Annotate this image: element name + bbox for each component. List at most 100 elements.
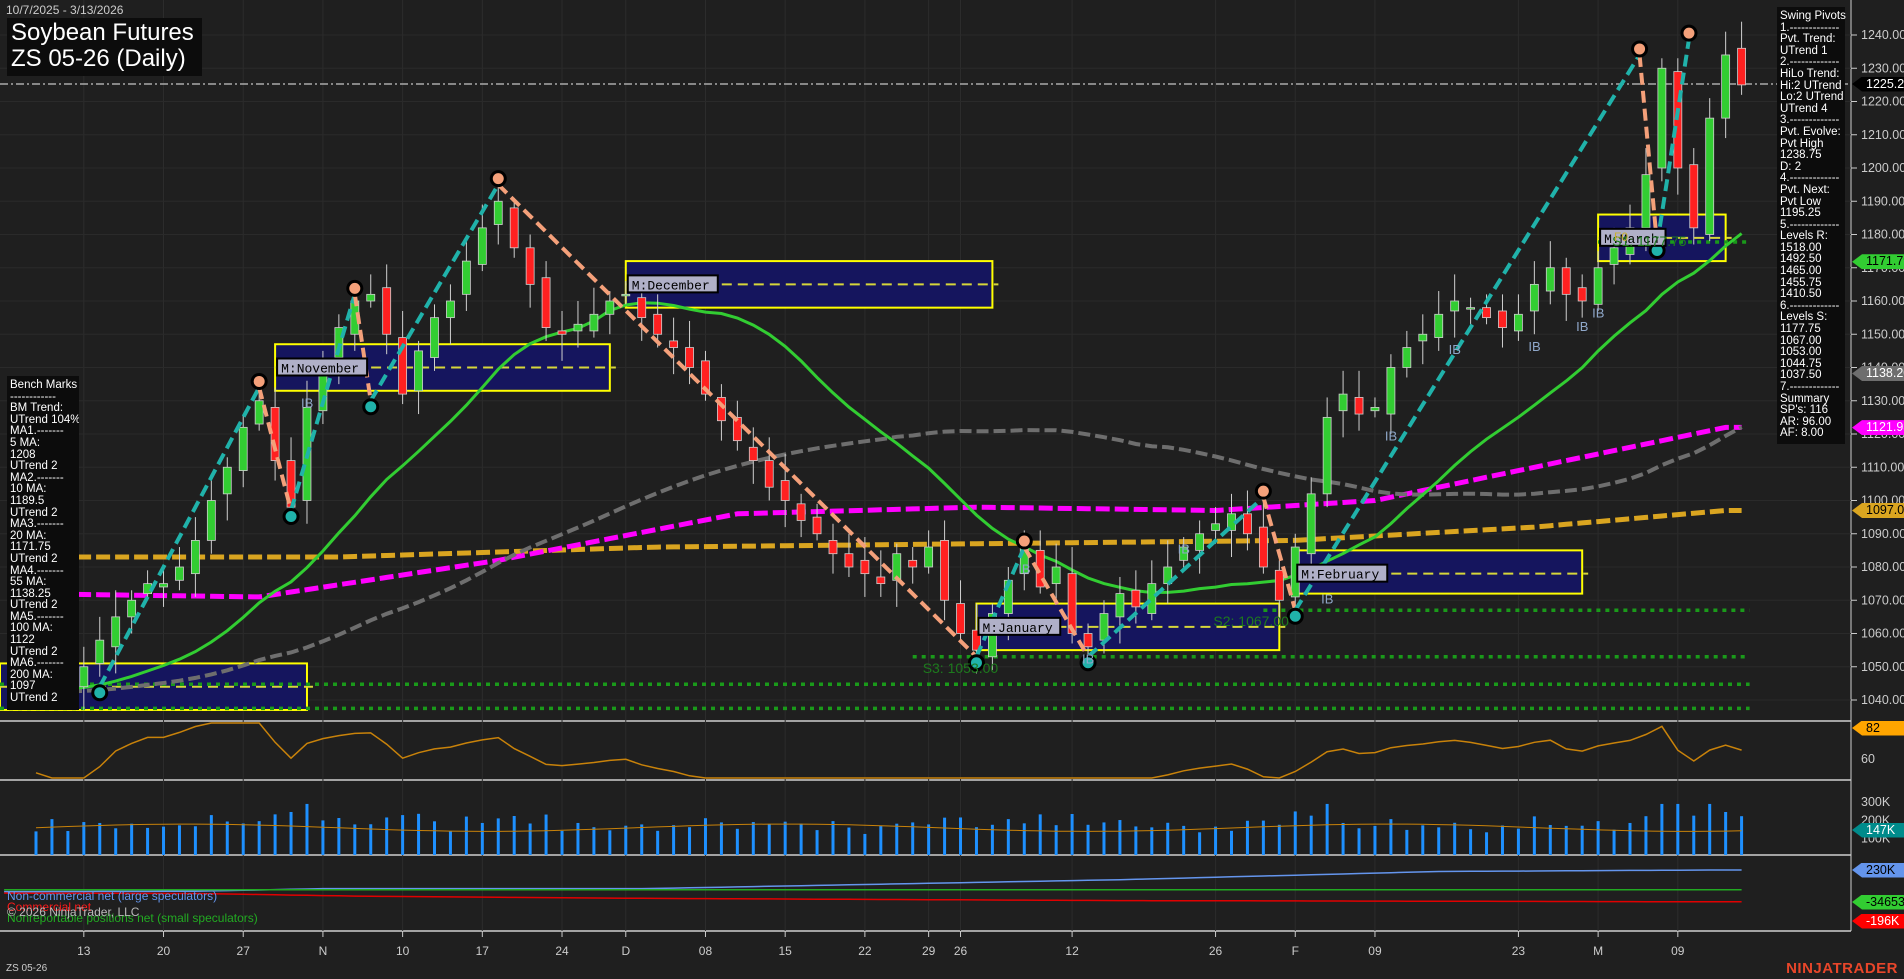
candle-down bbox=[845, 554, 853, 567]
panel-line: 1195.25 bbox=[1780, 208, 1842, 220]
oscillator-line bbox=[36, 723, 1742, 778]
candle-down bbox=[1690, 165, 1698, 228]
candle-down bbox=[1068, 574, 1076, 634]
volume-tick-label: 300K bbox=[1861, 795, 1891, 809]
candle-up bbox=[1594, 268, 1602, 305]
panel-line: 1177.75 bbox=[1780, 324, 1842, 336]
candle-up bbox=[1403, 348, 1411, 368]
price-flag: 1225.25 bbox=[1852, 77, 1904, 92]
x-tick-label: M bbox=[1593, 944, 1603, 958]
inside-bar-label: IB bbox=[1321, 592, 1333, 607]
candle-up bbox=[1387, 368, 1395, 415]
inside-bar-label: IB bbox=[1178, 542, 1190, 557]
candle-up bbox=[590, 314, 598, 331]
y-tick-label: 1210.00 bbox=[1861, 128, 1904, 142]
candle-up bbox=[1307, 494, 1315, 554]
y-tick-label: 1090.00 bbox=[1861, 527, 1904, 541]
y-tick-label: 1040.00 bbox=[1861, 693, 1904, 707]
x-tick-label: N bbox=[319, 944, 328, 958]
candle-up bbox=[1212, 524, 1220, 531]
candle-up bbox=[925, 547, 933, 567]
candle-down bbox=[670, 341, 678, 348]
x-tick-label: 08 bbox=[699, 944, 713, 958]
candle-up bbox=[191, 540, 199, 573]
candle-up bbox=[1371, 407, 1379, 410]
candle-down bbox=[957, 604, 965, 634]
candle-up bbox=[1722, 55, 1730, 118]
swing-high-marker bbox=[1256, 484, 1270, 498]
candle-up bbox=[1196, 534, 1204, 551]
price-chart[interactable]: M:NovemberM:DecemberM:JanuaryM:FebruaryM… bbox=[0, 0, 1904, 979]
title-contract: ZS 05-26 (Daily) bbox=[11, 46, 194, 72]
panel-line: MA3.------- bbox=[10, 519, 76, 531]
candle-up bbox=[1100, 614, 1108, 641]
x-tick-label: 15 bbox=[779, 944, 793, 958]
candle-down bbox=[1275, 570, 1283, 600]
panel-line: 7.------------- bbox=[1780, 382, 1842, 394]
swing-line bbox=[100, 387, 259, 686]
candle-down bbox=[1578, 288, 1586, 301]
candle-down bbox=[271, 407, 279, 460]
candle-down bbox=[542, 278, 550, 328]
candle-down bbox=[829, 540, 837, 553]
candle-up bbox=[494, 201, 502, 224]
panel-line: UTrend 2 bbox=[10, 693, 76, 705]
panel-line: HiLo Trend: bbox=[1780, 69, 1842, 81]
swing-low-marker bbox=[1288, 609, 1302, 623]
chart-title: Soybean Futures ZS 05-26 (Daily) bbox=[7, 18, 202, 76]
osc-tick-label: 60 bbox=[1861, 752, 1875, 766]
candle-down bbox=[510, 208, 518, 248]
y-tick-label: 1130.00 bbox=[1861, 394, 1904, 408]
candle-down bbox=[797, 504, 805, 521]
x-tick-label: 23 bbox=[1512, 944, 1526, 958]
x-tick-label: 09 bbox=[1368, 944, 1382, 958]
candle-down bbox=[654, 314, 662, 334]
candle-up bbox=[1546, 268, 1554, 291]
month-label: M:December bbox=[632, 278, 710, 293]
copyright: © 2026 NinjaTrader, LLC bbox=[7, 905, 139, 919]
candle-down bbox=[1738, 48, 1746, 85]
candle-up bbox=[1658, 68, 1666, 168]
candle-down bbox=[558, 331, 566, 334]
candle-down bbox=[1498, 311, 1506, 328]
swing-high-marker bbox=[1682, 26, 1696, 40]
date-range: 10/7/2025 - 3/13/2026 bbox=[6, 3, 123, 17]
swing-low-marker bbox=[284, 509, 298, 523]
y-tick-label: 1060.00 bbox=[1861, 627, 1904, 641]
lower-panels bbox=[4, 723, 1742, 902]
candle-up bbox=[431, 318, 439, 358]
candle-up bbox=[1419, 334, 1427, 341]
price-flag: 1171.79 bbox=[1852, 254, 1904, 269]
inside-bar-label: IB bbox=[1385, 429, 1397, 444]
candle-up bbox=[1052, 567, 1060, 584]
candle-up bbox=[112, 617, 120, 647]
candle-down bbox=[941, 540, 949, 600]
candle-up bbox=[80, 667, 88, 687]
instrument-label: ZS 05-26 bbox=[6, 963, 47, 974]
candle-down bbox=[686, 348, 694, 368]
candle-up bbox=[1451, 301, 1459, 311]
candle-up bbox=[478, 228, 486, 265]
candle-up bbox=[1467, 308, 1475, 310]
panel-line: Pvt. Evolve: bbox=[1780, 127, 1842, 139]
support-level-label: S2: 1067.00 bbox=[1213, 613, 1289, 629]
candle-up bbox=[207, 501, 215, 541]
y-tick-label: 1240.00 bbox=[1861, 28, 1904, 42]
y-tick-label: 1080.00 bbox=[1861, 560, 1904, 574]
month-label: M:January bbox=[982, 621, 1052, 636]
y-tick-label: 1190.00 bbox=[1861, 194, 1904, 208]
month-boxes bbox=[0, 215, 1732, 710]
swing-low-marker bbox=[364, 400, 378, 414]
swing-high-marker bbox=[1633, 42, 1647, 56]
candle-down bbox=[1259, 527, 1267, 567]
x-tick-label: 24 bbox=[555, 944, 569, 958]
commercial-flag: -196K bbox=[1852, 914, 1904, 929]
panel-line: 55 MA: bbox=[10, 577, 76, 589]
x-tick-label: D bbox=[621, 944, 630, 958]
x-tick-label: 29 bbox=[922, 944, 936, 958]
x-tick-label: 26 bbox=[954, 944, 968, 958]
y-tick-label: 1230.00 bbox=[1861, 61, 1904, 75]
panel-line: AF: 8.00 bbox=[1780, 428, 1842, 440]
f0-label: F0 bbox=[1614, 230, 1628, 244]
x-tick-label: 26 bbox=[1209, 944, 1223, 958]
